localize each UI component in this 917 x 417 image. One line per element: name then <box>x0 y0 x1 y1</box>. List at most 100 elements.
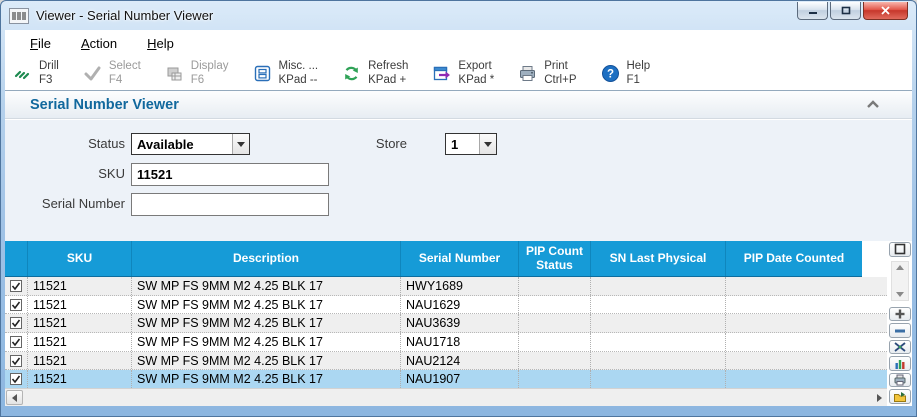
menu-file[interactable]: File <box>23 33 58 54</box>
export-grid-button[interactable] <box>889 389 911 404</box>
chevron-down-icon[interactable] <box>479 134 496 154</box>
minimize-icon <box>808 6 818 15</box>
grid-maximize-button[interactable] <box>889 242 911 257</box>
tool-shortcut: F4 <box>109 74 141 88</box>
status-dropdown[interactable]: Available <box>131 133 250 155</box>
cell-description: SW MP FS 9MM M2 4.25 BLK 17 <box>132 370 401 388</box>
cell-sku: 11521 <box>28 352 132 370</box>
minimize-button[interactable] <box>797 2 828 20</box>
toolbar-select-button[interactable]: SelectF4 <box>83 60 141 87</box>
check-icon <box>11 337 21 347</box>
grid-header-row: SKU Description Serial Number PIP Count … <box>5 241 862 277</box>
remove-row-button[interactable] <box>889 323 911 338</box>
toolbar-refresh-button[interactable]: RefreshKPad + <box>342 60 408 87</box>
scroll-right-button[interactable] <box>871 390 888 405</box>
serial-number-label: Serial Number <box>7 193 125 215</box>
toolbar-display-button[interactable]: DisplayF6 <box>165 60 229 87</box>
cell-serial: NAU3639 <box>401 314 519 332</box>
toolbar-help-button[interactable]: ? HelpF1 <box>601 60 651 87</box>
app-window: Viewer - Serial Number Viewer File Actio… <box>0 0 917 417</box>
chart-button[interactable] <box>889 356 911 371</box>
store-dropdown[interactable]: 1 <box>445 133 497 155</box>
table-row[interactable]: 11521 SW MP FS 9MM M2 4.25 BLK 17 NAU162… <box>5 296 889 315</box>
header-description[interactable]: Description <box>132 241 401 276</box>
arrow-right-icon <box>877 394 882 402</box>
cell-serial: HWY1689 <box>401 277 519 295</box>
cell-serial: NAU1629 <box>401 296 519 314</box>
check-icon <box>11 318 21 328</box>
print-grid-button[interactable] <box>889 373 911 388</box>
table-row[interactable]: 11521 SW MP FS 9MM M2 4.25 BLK 17 NAU171… <box>5 333 889 352</box>
store-value: 1 <box>451 137 458 152</box>
add-row-button[interactable] <box>889 307 911 322</box>
window-controls <box>795 1 916 20</box>
row-checkbox[interactable] <box>10 280 22 292</box>
client-area: File Action Help DrillF3 SelectF4 <box>5 30 912 406</box>
toolbar-drill-button[interactable]: DrillF3 <box>13 60 59 87</box>
table-row[interactable]: 11521 SW MP FS 9MM M2 4.25 BLK 17 HWY168… <box>5 277 889 296</box>
toolbar-misc-button[interactable]: Misc. ...KPad -- <box>253 60 319 87</box>
barcode-icon <box>9 8 29 24</box>
menu-help[interactable]: Help <box>140 33 181 54</box>
menu-action[interactable]: Action <box>74 33 124 54</box>
row-checkbox[interactable] <box>10 373 22 385</box>
table-row-selected[interactable]: 11521 SW MP FS 9MM M2 4.25 BLK 17 NAU190… <box>5 370 889 388</box>
serial-number-input[interactable] <box>131 193 329 216</box>
close-button[interactable] <box>863 2 908 20</box>
cell-description: SW MP FS 9MM M2 4.25 BLK 17 <box>132 314 401 332</box>
serial-grid: SKU Description Serial Number PIP Count … <box>5 241 889 388</box>
vertical-scrollbar[interactable] <box>891 261 909 301</box>
maximize-icon <box>841 6 851 15</box>
cell-pip-count <box>519 352 591 370</box>
tool-label: Export <box>458 60 494 74</box>
header-sku[interactable]: SKU <box>28 241 132 276</box>
tool-shortcut: F1 <box>627 74 651 88</box>
cell-serial: NAU1907 <box>401 370 519 388</box>
plus-icon <box>893 308 907 320</box>
row-checkbox[interactable] <box>10 317 22 329</box>
row-checkbox[interactable] <box>10 355 22 367</box>
row-checkbox[interactable] <box>10 336 22 348</box>
sku-input[interactable] <box>131 163 329 186</box>
cell-pip-count <box>519 370 591 388</box>
table-row[interactable]: 11521 SW MP FS 9MM M2 4.25 BLK 17 NAU212… <box>5 352 889 371</box>
title-bar[interactable]: Viewer - Serial Number Viewer <box>1 1 916 30</box>
cell-pip-date <box>726 277 862 295</box>
tool-shortcut: KPad * <box>458 74 494 88</box>
tool-label: Print <box>544 60 576 74</box>
tool-label: Misc. ... <box>279 60 319 74</box>
crossed-arrows-icon <box>893 341 907 353</box>
maximize-button[interactable] <box>830 2 861 20</box>
horizontal-scrollbar[interactable] <box>5 388 889 406</box>
header-checkbox-column[interactable] <box>5 241 28 276</box>
cell-pip-date <box>726 314 862 332</box>
chevron-down-icon[interactable] <box>232 134 249 154</box>
minus-bar-icon <box>893 325 907 337</box>
cell-sn-last <box>591 352 726 370</box>
tool-label: Help <box>627 60 651 74</box>
cell-sku: 11521 <box>28 333 132 351</box>
help-circle-icon: ? <box>601 64 620 83</box>
refresh-icon <box>342 64 361 83</box>
scroll-up-icon[interactable] <box>896 265 904 270</box>
tool-shortcut: F3 <box>39 74 59 88</box>
cell-description: SW MP FS 9MM M2 4.25 BLK 17 <box>132 352 401 370</box>
header-pip-date-counted[interactable]: PIP Date Counted <box>726 241 862 276</box>
cell-sku: 11521 <box>28 277 132 295</box>
collapse-chevron-icon[interactable] <box>866 100 880 109</box>
scroll-left-button[interactable] <box>6 390 23 405</box>
transfer-button[interactable] <box>889 340 911 355</box>
cell-sn-last <box>591 333 726 351</box>
row-checkbox[interactable] <box>10 299 22 311</box>
header-sn-last-physical[interactable]: SN Last Physical <box>591 241 726 276</box>
scroll-down-icon[interactable] <box>896 292 904 297</box>
table-row[interactable]: 11521 SW MP FS 9MM M2 4.25 BLK 17 NAU363… <box>5 314 889 333</box>
header-pip-count-status[interactable]: PIP Count Status <box>519 241 591 276</box>
check-icon <box>11 374 21 384</box>
cell-sku: 11521 <box>28 314 132 332</box>
header-serial-number[interactable]: Serial Number <box>401 241 519 276</box>
sku-label: SKU <box>7 163 125 185</box>
toolbar-print-button[interactable]: PrintCtrl+P <box>518 60 576 87</box>
tool-label: Drill <box>39 60 59 74</box>
toolbar-export-button[interactable]: ExportKPad * <box>432 60 494 87</box>
